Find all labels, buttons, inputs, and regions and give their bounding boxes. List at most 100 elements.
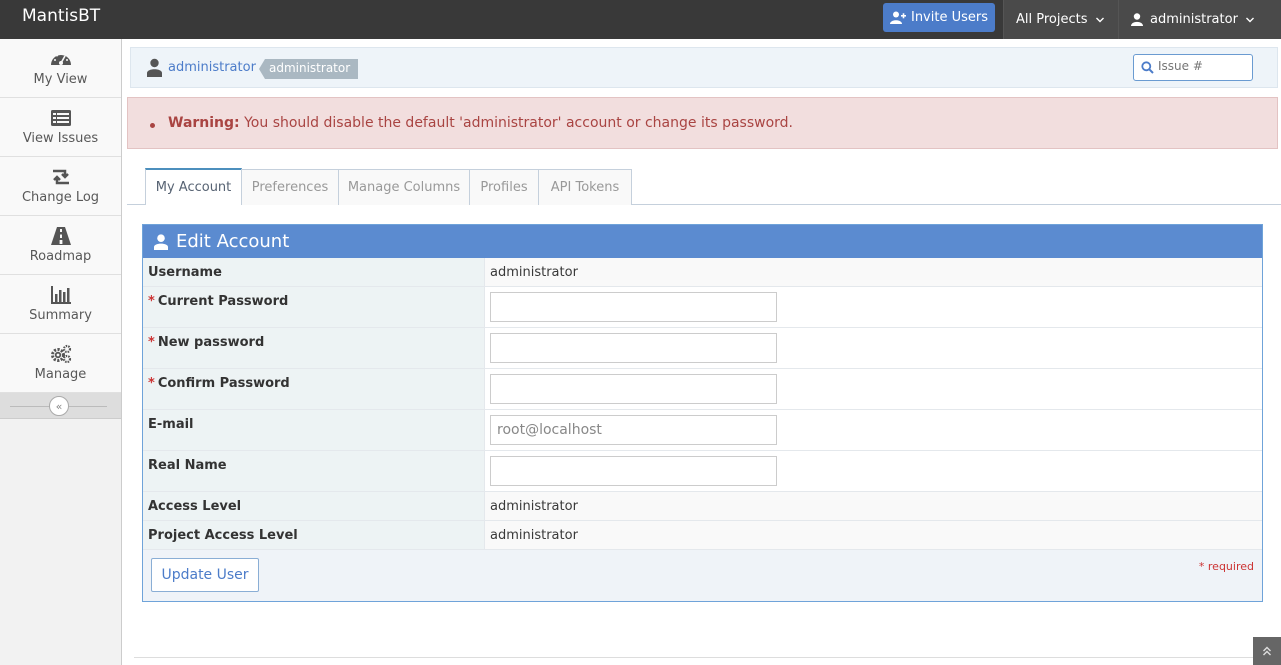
required-asterisk: *	[148, 335, 155, 350]
email-label: E-mail	[143, 410, 485, 450]
username-label: Username	[143, 258, 485, 286]
sidebar: My View View Issues Change Log Roadmap S…	[0, 39, 122, 665]
user-menu[interactable]: administrator	[1119, 0, 1281, 39]
tab-label: Preferences	[251, 180, 329, 195]
confirm-password-label-text: Confirm Password	[157, 376, 290, 391]
required-note: * required	[1198, 560, 1254, 573]
form-row-email: E-mail	[143, 410, 1262, 451]
alert-text: You should disable the default 'administ…	[239, 115, 793, 131]
tab-label: Manage Columns	[347, 180, 461, 195]
panel-header: Edit Account	[143, 225, 1262, 258]
invite-users-label: Invite Users	[910, 10, 988, 25]
double-chevron-up-icon	[1263, 646, 1271, 656]
tab-api-tokens[interactable]: API Tokens	[538, 169, 632, 205]
sidebar-item-manage[interactable]: Manage	[0, 334, 121, 393]
scroll-to-top-button[interactable]	[1253, 637, 1281, 665]
sidebar-fill	[0, 419, 121, 664]
user-plus-icon	[889, 11, 906, 24]
tab-profiles[interactable]: Profiles	[469, 169, 539, 205]
edit-account-panel: Edit Account Username administrator * Cur…	[142, 224, 1263, 602]
tab-manage-columns[interactable]: Manage Columns	[338, 169, 470, 205]
chevron-down-icon	[1095, 17, 1104, 22]
access-level-label: Access Level	[143, 492, 485, 520]
form-row-username: Username administrator	[143, 258, 1262, 287]
update-user-button[interactable]: Update User	[151, 558, 259, 592]
form-row-project-access-level: Project Access Level administrator	[143, 521, 1262, 550]
sidebar-item-label: Roadmap	[29, 249, 92, 264]
project-selector[interactable]: All Projects	[1004, 0, 1118, 39]
user-menu-label: administrator	[1150, 12, 1238, 27]
form-row-current-password: * Current Password	[143, 287, 1262, 328]
real-name-cell	[485, 451, 1262, 491]
sidebar-item-label: My View	[33, 72, 88, 87]
retweet-icon	[52, 169, 69, 185]
sidebar-item-label: Summary	[29, 308, 92, 323]
username-value: administrator	[485, 258, 1262, 286]
sidebar-collapse-button[interactable]: «	[49, 396, 69, 416]
alert-label: Warning:	[168, 115, 240, 131]
current-password-cell	[485, 287, 1262, 327]
new-password-label: * New password	[143, 328, 485, 368]
new-password-label-text: New password	[157, 335, 265, 350]
email-field[interactable]	[490, 415, 777, 445]
sidebar-item-my-view[interactable]: My View	[0, 39, 121, 98]
form-row-new-password: * New password	[143, 328, 1262, 369]
current-password-label-text: Current Password	[157, 294, 289, 309]
new-password-field[interactable]	[490, 333, 777, 363]
user-icon	[154, 233, 168, 250]
required-asterisk: *	[148, 376, 155, 391]
sidebar-item-view-issues[interactable]: View Issues	[0, 98, 121, 157]
sidebar-item-label: Change Log	[21, 190, 100, 205]
tab-preferences[interactable]: Preferences	[241, 169, 339, 205]
access-level-value: administrator	[485, 492, 1262, 520]
list-icon	[50, 110, 71, 126]
tab-label: API Tokens	[550, 180, 620, 195]
sidebar-item-label: Manage	[34, 367, 87, 382]
sidebar-item-roadmap[interactable]: Roadmap	[0, 216, 121, 275]
user-icon	[147, 58, 162, 77]
current-password-field[interactable]	[490, 292, 777, 322]
sidebar-item-label: View Issues	[22, 131, 99, 146]
real-name-field[interactable]	[490, 456, 777, 486]
confirm-password-field[interactable]	[490, 374, 777, 404]
double-chevron-left-icon: «	[55, 399, 63, 413]
alert-bullet	[150, 123, 155, 128]
road-icon	[50, 227, 71, 245]
panel-title: Edit Account	[176, 231, 290, 252]
real-name-label: Real Name	[143, 451, 485, 491]
current-password-label: * Current Password	[143, 287, 485, 327]
brand-logo[interactable]: MantisBT	[22, 6, 100, 26]
form-row-real-name: Real Name	[143, 451, 1262, 492]
account-tabs: My Account Preferences Manage Columns Pr…	[127, 168, 1281, 205]
user-icon	[1131, 13, 1143, 26]
warning-alert: Warning: You should disable the default …	[127, 97, 1278, 149]
chevron-down-icon	[1245, 17, 1254, 22]
issue-search-box[interactable]	[1133, 54, 1253, 81]
project-access-level-value: administrator	[485, 521, 1262, 549]
tab-my-account[interactable]: My Account	[145, 168, 242, 205]
footer-divider	[134, 657, 1269, 658]
tab-label: My Account	[155, 180, 232, 195]
search-icon	[1141, 61, 1154, 74]
required-asterisk: *	[148, 294, 155, 309]
top-navbar: MantisBT Invite Users All Projects admin…	[0, 0, 1281, 39]
bar-chart-icon	[50, 286, 71, 304]
confirm-password-cell	[485, 369, 1262, 409]
access-level-tag: administrator	[259, 59, 359, 79]
project-access-level-label: Project Access Level	[143, 521, 485, 549]
form-row-confirm-password: * Confirm Password	[143, 369, 1262, 410]
sidebar-item-summary[interactable]: Summary	[0, 275, 121, 334]
breadcrumb: administrator administrator	[130, 47, 1278, 88]
issue-search-input[interactable]	[1158, 59, 1248, 73]
alert-message: Warning: You should disable the default …	[168, 115, 793, 131]
form-row-access-level: Access Level administrator	[143, 492, 1262, 521]
gears-icon	[50, 344, 71, 364]
confirm-password-label: * Confirm Password	[143, 369, 485, 409]
breadcrumb-user-link[interactable]: administrator	[168, 60, 256, 75]
project-selector-label: All Projects	[1016, 12, 1088, 27]
invite-users-button[interactable]: Invite Users	[883, 3, 995, 32]
form-footer: Update User * required	[143, 550, 1262, 601]
tab-label: Profiles	[480, 180, 528, 195]
sidebar-item-change-log[interactable]: Change Log	[0, 157, 121, 216]
sidebar-collapse-bar: «	[0, 393, 121, 419]
